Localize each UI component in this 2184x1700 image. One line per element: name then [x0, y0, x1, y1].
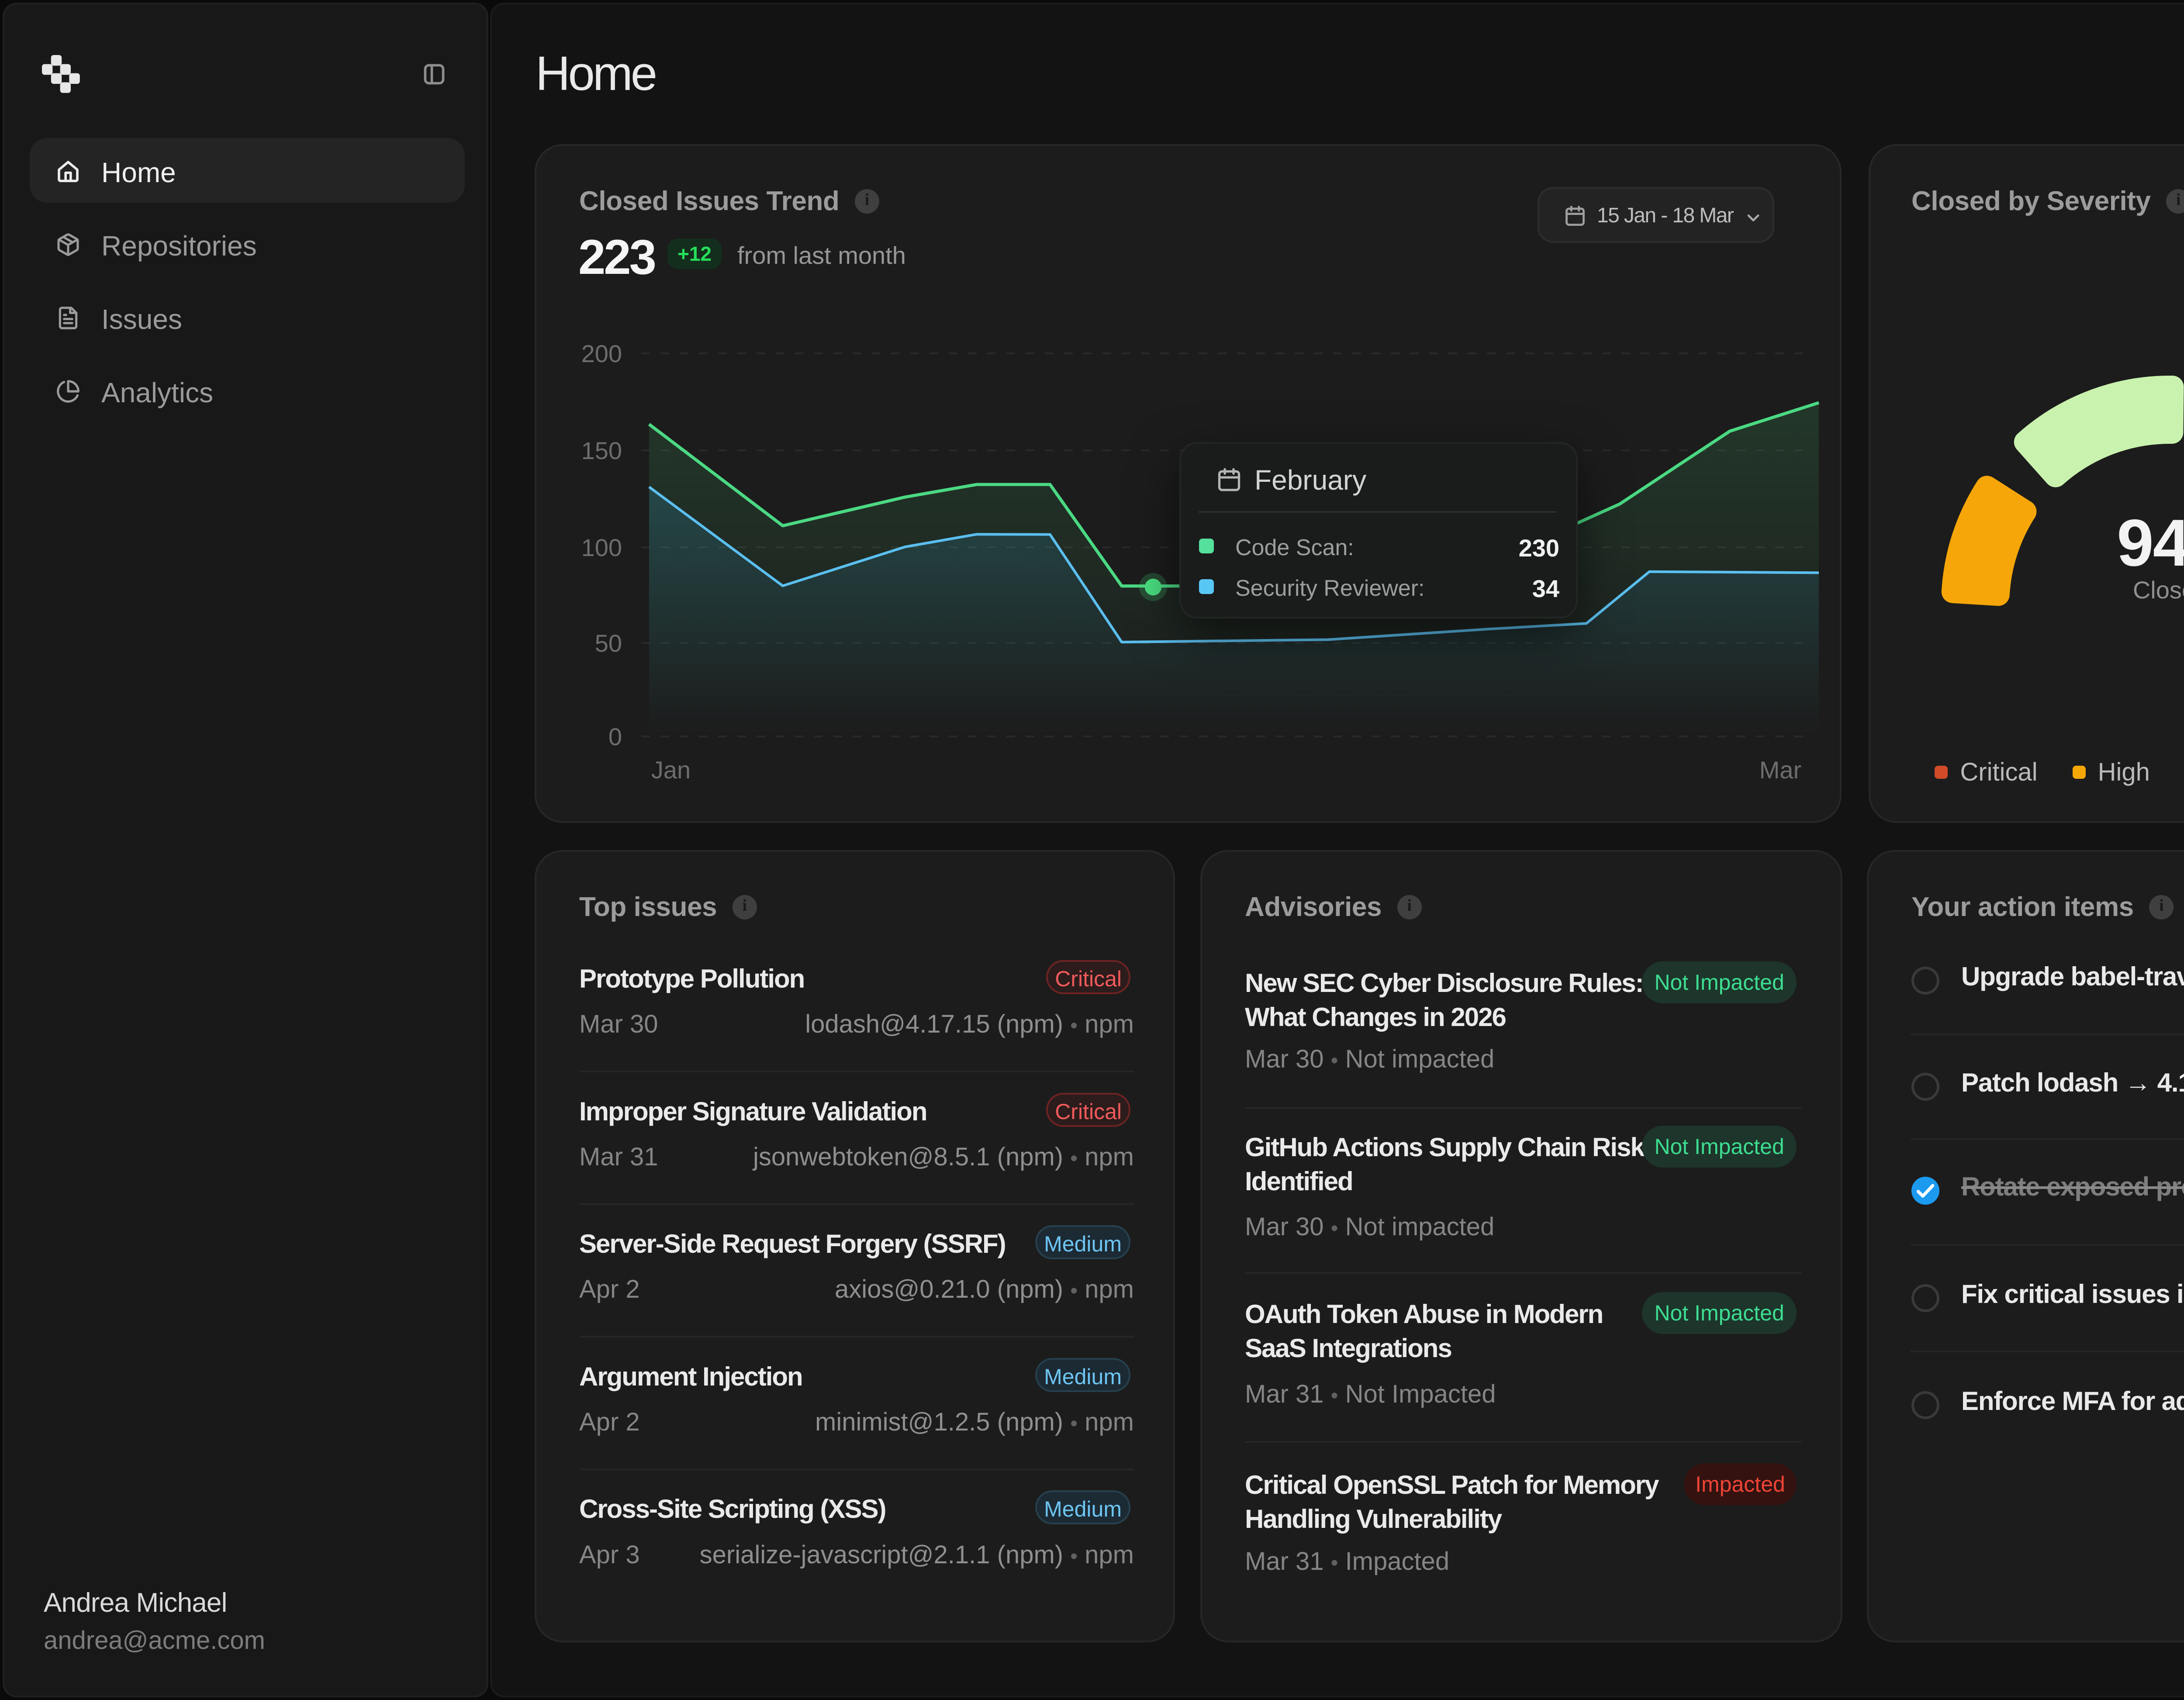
svg-text:Mar: Mar — [1759, 756, 1801, 784]
svg-text:150: 150 — [581, 437, 622, 464]
svg-text:200: 200 — [581, 340, 622, 367]
svg-text:0: 0 — [608, 723, 622, 750]
svg-text:100: 100 — [581, 534, 622, 561]
svg-text:50: 50 — [595, 629, 622, 657]
svg-text:Jan: Jan — [651, 756, 691, 784]
